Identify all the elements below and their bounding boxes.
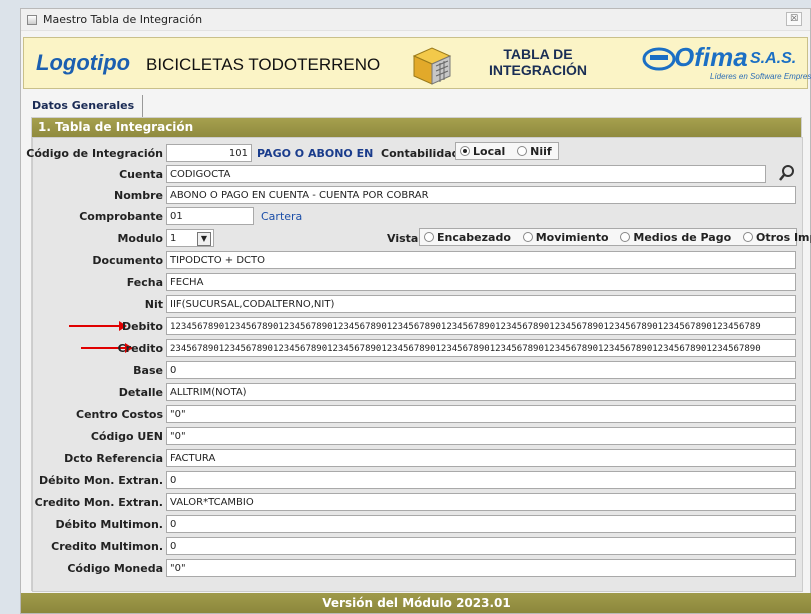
ofima-swoosh-icon bbox=[642, 47, 676, 71]
radio-local-dot[interactable] bbox=[460, 146, 470, 156]
radio-movimiento[interactable]: Movimiento bbox=[522, 231, 609, 244]
radio-movimiento-label: Movimiento bbox=[535, 231, 609, 244]
modulo-label: Modulo bbox=[117, 232, 163, 245]
credito-multimon-input[interactable]: 0 bbox=[166, 537, 796, 555]
main-window: Maestro Tabla de Integración ☒ Logotipo … bbox=[20, 8, 811, 614]
modulo-select[interactable]: 1 ▼ bbox=[166, 229, 214, 247]
debito-input[interactable]: 1234567890123456789012345678901234567890… bbox=[166, 317, 796, 335]
module-title-line1: TABLA DE bbox=[503, 46, 573, 62]
nit-input[interactable]: IIF(SUCURSAL,CODALTERNO,NIT) bbox=[166, 295, 796, 313]
comprobante-label: Comprobante bbox=[79, 210, 163, 223]
credito-label: Credito bbox=[117, 342, 163, 355]
radio-niif-label: Niif bbox=[530, 145, 552, 158]
credito-mon-extran-label: Credito Mon. Extran. bbox=[34, 496, 163, 509]
cuenta-label: Cuenta bbox=[119, 168, 163, 181]
radio-otros-imp-dot[interactable] bbox=[743, 232, 753, 242]
vista-radio-group: Encabezado Movimiento Medios de Pago Otr… bbox=[419, 228, 811, 246]
radio-encabezado-dot[interactable] bbox=[424, 232, 434, 242]
contabilidad-label: Contabilidad bbox=[381, 147, 460, 160]
company-logo: Logotipo bbox=[36, 50, 131, 75]
cuenta-input[interactable]: CODIGOCTA bbox=[166, 165, 766, 183]
codigo-uen-label: Código UEN bbox=[90, 430, 163, 443]
detalle-label: Detalle bbox=[118, 386, 163, 399]
codigo-label: Código de Integración bbox=[26, 147, 163, 160]
dcto-referencia-label: Dcto Referencia bbox=[64, 452, 163, 465]
window-title: Maestro Tabla de Integración bbox=[43, 13, 203, 26]
module-title-line2: INTEGRACIÓN bbox=[489, 62, 587, 78]
debito-label: Debito bbox=[121, 320, 163, 333]
table-cube-icon bbox=[412, 47, 452, 85]
radio-encabezado-label: Encabezado bbox=[437, 231, 511, 244]
radio-niif[interactable]: Niif bbox=[517, 145, 552, 158]
nit-label: Nit bbox=[144, 298, 163, 311]
company-name: BICICLETAS TODOTERRENO bbox=[146, 55, 381, 74]
brand-tagline: Líderes en Software Empresarial bbox=[710, 72, 811, 81]
integration-form: Código de Integración 101 PAGO O ABONO E… bbox=[26, 137, 811, 592]
documento-input[interactable]: TIPODCTO + DCTO bbox=[166, 251, 796, 269]
tab-datos-generales[interactable]: Datos Generales bbox=[26, 95, 144, 117]
brand-name: Ofima bbox=[674, 42, 748, 72]
nombre-label: Nombre bbox=[114, 189, 163, 202]
credito-multimon-label: Credito Multimon. bbox=[51, 540, 163, 553]
base-label: Base bbox=[133, 364, 163, 377]
chevron-down-icon[interactable]: ▼ bbox=[197, 232, 211, 246]
radio-medios-pago-dot[interactable] bbox=[620, 232, 631, 242]
header-banner: Logotipo BICICLETAS TODOTERRENO TABLA DE… bbox=[23, 37, 811, 89]
dcto-referencia-input[interactable]: FACTURA bbox=[166, 449, 796, 467]
fecha-label: Fecha bbox=[126, 276, 163, 289]
radio-otros-imp-label: Otros Imp bbox=[756, 231, 811, 244]
codigo-description: PAGO O ABONO EN bbox=[257, 147, 374, 160]
version-footer: Versión del Módulo 2023.01 bbox=[21, 593, 811, 613]
module-title: TABLA DE INTEGRACIÓN bbox=[478, 46, 598, 78]
comprobante-input[interactable]: 01 bbox=[166, 207, 254, 225]
debito-multimon-input[interactable]: 0 bbox=[166, 515, 796, 533]
title-bar[interactable]: Maestro Tabla de Integración ☒ bbox=[21, 9, 810, 31]
radio-medios-pago[interactable]: Medios de Pago bbox=[620, 231, 731, 244]
contabilidad-radio-group: Local Niif bbox=[455, 142, 559, 160]
codigo-input[interactable]: 101 bbox=[166, 144, 252, 162]
credito-input[interactable]: 2345678901234567890123456789012345678901… bbox=[166, 339, 796, 357]
close-icon[interactable]: ☒ bbox=[786, 12, 802, 26]
detalle-input[interactable]: ALLTRIM(NOTA) bbox=[166, 383, 796, 401]
debito-multimon-label: Débito Multimon. bbox=[55, 518, 164, 531]
radio-niif-dot[interactable] bbox=[517, 146, 528, 156]
section-header: 1. Tabla de Integración bbox=[32, 118, 801, 137]
modulo-value: 1 bbox=[170, 233, 177, 244]
radio-otros-imp[interactable]: Otros Imp bbox=[743, 231, 811, 244]
radio-medios-pago-label: Medios de Pago bbox=[633, 231, 732, 244]
credito-mon-extran-input[interactable]: VALOR*TCAMBIO bbox=[166, 493, 796, 511]
debito-mon-extran-label: Débito Mon. Extran. bbox=[39, 474, 163, 487]
radio-encabezado[interactable]: Encabezado bbox=[424, 231, 511, 244]
form-panel: 1. Tabla de Integración Código de Integr… bbox=[26, 117, 811, 592]
comprobante-description: Cartera bbox=[261, 210, 303, 223]
debito-mon-extran-input[interactable]: 0 bbox=[166, 471, 796, 489]
documento-label: Documento bbox=[92, 254, 163, 267]
radio-local[interactable]: Local bbox=[460, 145, 505, 158]
base-input[interactable]: 0 bbox=[166, 361, 796, 379]
nombre-input[interactable]: ABONO O PAGO EN CUENTA - CUENTA POR COBR… bbox=[166, 186, 796, 204]
codigo-moneda-input[interactable]: "0" bbox=[166, 559, 796, 577]
codigo-uen-input[interactable]: "0" bbox=[166, 427, 796, 445]
centro-costos-input[interactable]: "0" bbox=[166, 405, 796, 423]
ofima-logo: Ofima S.A.S. Líderes en Software Empresa… bbox=[638, 42, 811, 86]
fecha-input[interactable]: FECHA bbox=[166, 273, 796, 291]
brand-suffix: S.A.S. bbox=[750, 50, 797, 67]
radio-movimiento-dot[interactable] bbox=[522, 232, 533, 242]
search-icon[interactable] bbox=[773, 162, 801, 184]
app-icon bbox=[27, 14, 37, 25]
codigo-moneda-label: Código Moneda bbox=[67, 562, 163, 575]
centro-costos-label: Centro Costos bbox=[76, 408, 163, 421]
vista-label: Vista bbox=[387, 232, 419, 245]
radio-local-label: Local bbox=[473, 145, 506, 158]
